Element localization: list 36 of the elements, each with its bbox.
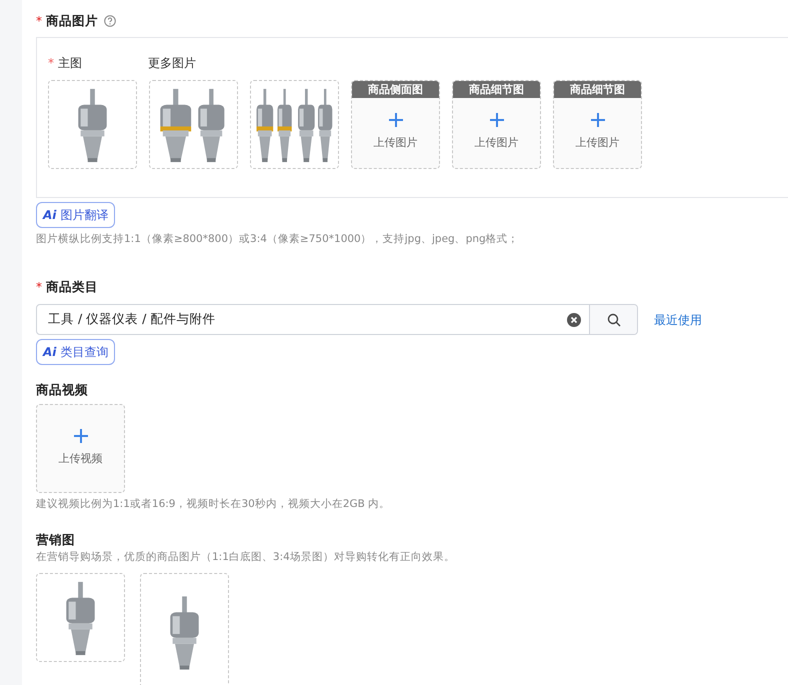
search-icon xyxy=(606,312,620,327)
upload-text: 上传图片 xyxy=(576,134,620,151)
hint-text: 建议视频比例为1:1或者16:9，视频时长在30秒内，视频大小在2GB 内。 xyxy=(36,497,392,512)
plus-icon xyxy=(590,112,604,127)
required-mark: * xyxy=(36,13,42,30)
category-field[interactable]: 工具 / 仪器仪表 / 配件与附件 xyxy=(36,304,638,336)
upload-slot[interactable]: 商品侧面图 上传图片 xyxy=(351,80,440,169)
field-label: 商品视频 xyxy=(36,381,88,400)
recent-link[interactable]: 最近使用 xyxy=(654,310,702,329)
required-mark: * xyxy=(48,54,54,72)
upload-text: 上传视频 xyxy=(58,451,102,468)
upload-slot[interactable]: 上传视频 xyxy=(36,404,125,493)
plus-icon xyxy=(490,112,504,127)
field-label: 商品图片 xyxy=(46,12,98,30)
hint-text: 图片横纵比例支持1:1（像素≥800*800）或3:4（像素≥750*1000），支持jpg、jpeg、png格式； xyxy=(36,232,520,247)
plus-icon xyxy=(74,429,88,444)
slot-tag: 商品细节图 xyxy=(453,80,540,98)
plus-icon xyxy=(388,112,402,127)
ai-button[interactable]: Ai 图片翻译 xyxy=(36,202,116,228)
slot-label: 主图 xyxy=(58,54,82,72)
required-mark: * xyxy=(36,278,42,296)
hint-text: 在营销导购场景，优质的商品图片（1:1白底图、3:4场景图）对导购转化有正向效果。 xyxy=(36,550,456,564)
upload-text: 上传图片 xyxy=(374,134,418,151)
upload-slot[interactable]: 商品细节图 上传图片 xyxy=(553,80,642,169)
search-button[interactable] xyxy=(589,305,637,334)
upload-slot[interactable]: 商品细节图 上传图片 xyxy=(452,80,541,169)
field-label: 商品类目 xyxy=(46,278,98,296)
slot-label: 更多图片 xyxy=(148,54,196,72)
field-label: 营销图 xyxy=(36,530,75,549)
slot-tag: 商品细节图 xyxy=(554,80,641,98)
category-input[interactable]: 工具 / 仪器仪表 / 配件与附件 xyxy=(37,309,567,330)
ai-button[interactable]: Ai 类目查询 xyxy=(36,339,116,366)
help-icon[interactable] xyxy=(104,15,116,28)
clear-icon[interactable] xyxy=(567,312,581,327)
upload-text: 上传图片 xyxy=(474,134,518,151)
slot-tag: 商品侧面图 xyxy=(352,80,439,98)
